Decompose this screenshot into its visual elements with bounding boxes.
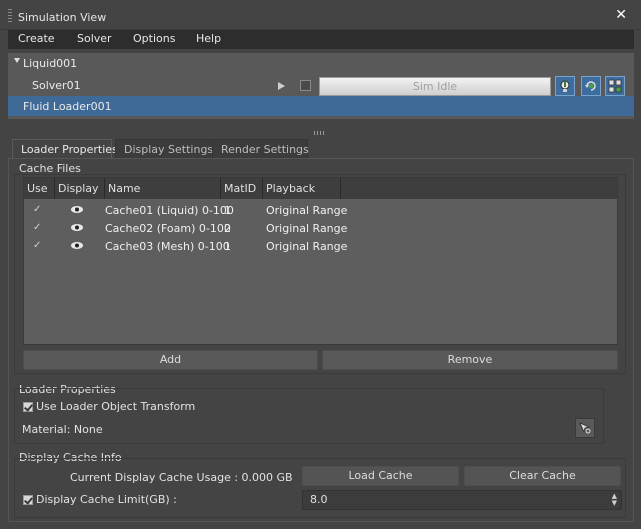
pick-material-button[interactable]	[575, 418, 595, 438]
cache-files-list: Use Display Name MatID Playback ✓ Cache0…	[23, 177, 618, 345]
menu-solver[interactable]: Solver	[77, 32, 112, 45]
tree-item-liquid[interactable]: Liquid001	[8, 53, 634, 73]
tree-item-solver[interactable]: Solver01 Sim Idle	[8, 76, 634, 96]
panel-splitter[interactable]	[314, 131, 326, 135]
col-matid[interactable]: MatID	[221, 178, 263, 199]
solver-enable-checkbox[interactable]	[300, 80, 311, 91]
tree-item-fluid-loader[interactable]: Fluid Loader001	[8, 96, 634, 116]
row-playback: Original Range	[266, 240, 348, 253]
menu-bar: Create Solver Options Help	[8, 30, 634, 49]
tab-render-settings[interactable]: Render Settings	[212, 139, 309, 159]
menu-help[interactable]: Help	[196, 32, 221, 45]
row-matid: 1	[224, 204, 231, 217]
row-playback: Original Range	[266, 204, 348, 217]
title-bar: Simulation View ✕	[0, 0, 641, 30]
table-row[interactable]: ✓ Cache02 (Foam) 0-100 2 Original Range	[24, 219, 617, 237]
pick-object-icon	[579, 422, 591, 434]
table-row[interactable]: ✓ Cache01 (Liquid) 0-100 1 Original Rang…	[24, 201, 617, 219]
check-icon[interactable]: ✓	[33, 222, 41, 233]
eye-icon[interactable]	[70, 223, 84, 232]
clear-cache-button[interactable]: Clear Cache	[464, 466, 621, 486]
eye-icon[interactable]	[70, 205, 84, 214]
remove-button[interactable]: Remove	[322, 350, 618, 370]
cache-limit-spinner[interactable]: 8.0 ▲ ▼	[302, 490, 622, 510]
liquid-name: Liquid001	[23, 57, 78, 70]
col-playback[interactable]: Playback	[263, 178, 341, 199]
tab-loader-properties[interactable]: Loader Properties	[12, 139, 118, 159]
menu-options[interactable]: Options	[133, 32, 175, 45]
display-cache-limit-checkbox[interactable]	[23, 495, 33, 505]
row-name: Cache02 (Foam) 0-100	[105, 222, 231, 235]
row-playback: Original Range	[266, 222, 348, 235]
col-name[interactable]: Name	[105, 178, 221, 199]
use-loader-transform-label: Use Loader Object Transform	[36, 400, 196, 413]
display-cache-limit-label: Display Cache Limit(GB) :	[36, 493, 177, 506]
cache-limit-value[interactable]: 8.0	[310, 493, 328, 506]
row-matid: 2	[224, 222, 231, 235]
menu-create[interactable]: Create	[18, 32, 55, 45]
row-name: Cache01 (Liquid) 0-100	[105, 204, 234, 217]
expand-triangle-icon[interactable]	[14, 58, 20, 63]
eye-icon[interactable]	[70, 241, 84, 250]
load-cache-button[interactable]: Load Cache	[302, 466, 459, 486]
drag-grip-icon[interactable]	[8, 9, 12, 23]
list-header: Use Display Name MatID Playback	[24, 178, 617, 199]
close-icon[interactable]: ✕	[615, 7, 627, 23]
add-button[interactable]: Add	[23, 350, 318, 370]
table-row[interactable]: ✓ Cache03 (Mesh) 0-100 1 Original Range	[24, 237, 617, 255]
lightbulb-icon	[560, 80, 570, 92]
row-matid: 1	[224, 240, 231, 253]
refresh-icon	[585, 81, 596, 91]
gear-icon	[608, 79, 622, 93]
row-name: Cache03 (Mesh) 0-100	[105, 240, 230, 253]
cache-usage-text: Current Display Cache Usage : 0.000 GB	[70, 471, 293, 484]
lightbulb-button[interactable]	[555, 76, 575, 96]
loader-name: Fluid Loader001	[23, 100, 112, 113]
solver-name: Solver01	[32, 79, 81, 92]
check-icon[interactable]: ✓	[33, 240, 41, 251]
use-loader-transform-checkbox[interactable]	[23, 402, 33, 412]
material-label: Material: None	[22, 423, 103, 436]
sim-status-bar: Sim Idle	[319, 77, 551, 96]
refresh-button[interactable]	[581, 76, 601, 96]
settings-button[interactable]	[605, 76, 625, 96]
spinner-arrows-icon[interactable]: ▲ ▼	[612, 493, 617, 507]
play-icon[interactable]	[278, 82, 285, 90]
check-icon[interactable]: ✓	[33, 204, 41, 215]
col-use[interactable]: Use	[24, 178, 55, 199]
col-display[interactable]: Display	[55, 178, 105, 199]
scene-tree: Liquid001 Solver01 Sim Idle Fluid Loader…	[8, 53, 634, 119]
window-title: Simulation View	[18, 11, 107, 24]
tab-display-settings[interactable]: Display Settings	[115, 139, 213, 159]
